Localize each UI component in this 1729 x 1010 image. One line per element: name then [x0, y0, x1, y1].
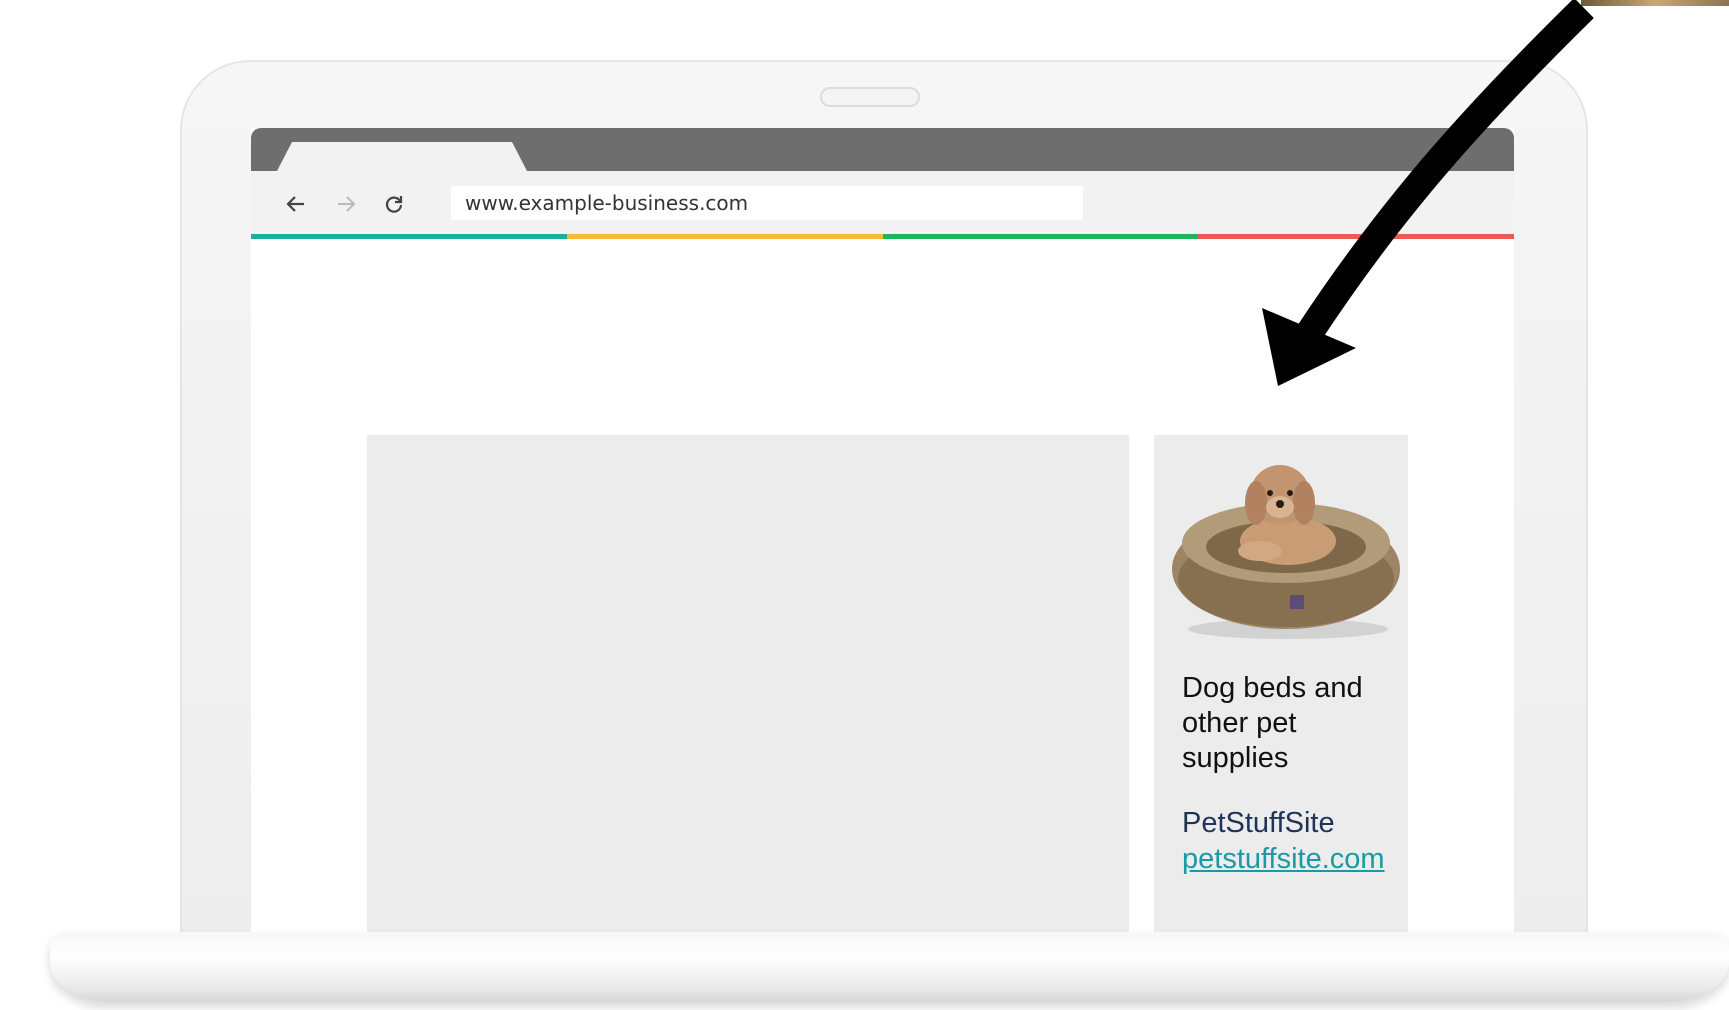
accent-segment-yellow — [566, 234, 883, 239]
browser-tab[interactable] — [277, 142, 527, 171]
dog-bed-image[interactable] — [1168, 447, 1402, 647]
corner-thumbnail-image — [1581, 0, 1729, 6]
laptop-camera — [820, 87, 920, 107]
ad-brand-name[interactable]: PetStuffSite — [1182, 805, 1335, 841]
display-ad[interactable]: Dog beds and other pet supplies PetStuff… — [1154, 435, 1408, 940]
browser-toolbar: www.example-business.com — [251, 171, 1514, 234]
ad-url-link[interactable]: petstuffsite.com — [1182, 841, 1385, 877]
reload-button[interactable] — [379, 189, 409, 219]
accent-segment-teal — [251, 234, 567, 239]
address-bar[interactable]: www.example-business.com — [451, 186, 1083, 220]
arrow-left-icon — [286, 196, 304, 212]
url-text: www.example-business.com — [465, 191, 749, 215]
accent-color-bar — [251, 234, 1514, 239]
arrow-right-icon — [338, 196, 356, 212]
browser-tab-strip — [251, 128, 1514, 171]
forward-button[interactable] — [331, 189, 361, 219]
back-button[interactable] — [281, 189, 311, 219]
accent-segment-green — [882, 234, 1199, 239]
ad-headline[interactable]: Dog beds and other pet supplies — [1182, 671, 1392, 776]
accent-segment-red — [1198, 234, 1514, 239]
reload-icon — [385, 196, 403, 213]
browser-window: www.example-business.com Dog beds and ot… — [251, 128, 1514, 940]
laptop-base — [50, 932, 1729, 1002]
main-content-placeholder — [367, 435, 1129, 940]
